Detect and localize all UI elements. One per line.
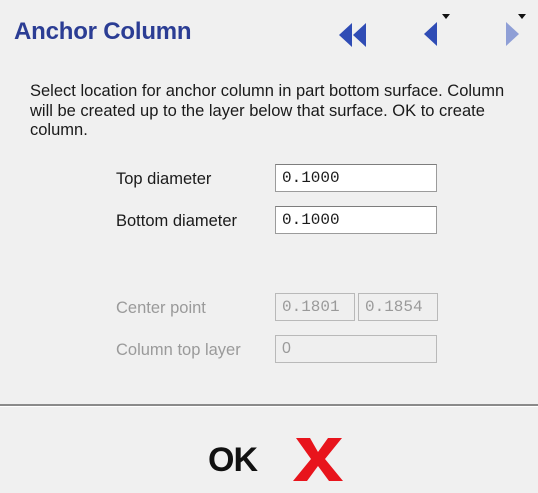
red-x-icon [293, 438, 343, 481]
double-left-arrow-icon [339, 23, 366, 47]
top-diameter-label: Top diameter [116, 170, 212, 188]
dialog-title: Anchor Column [14, 18, 192, 45]
bottom-diameter-input[interactable]: 0.1000 [275, 206, 437, 234]
previous-page-button[interactable] [418, 14, 450, 50]
column-top-layer-row: Column top layer 0 [0, 335, 538, 367]
bottom-diameter-row: Bottom diameter 0.1000 [0, 206, 538, 238]
dialog-header: Anchor Column [0, 0, 538, 62]
anchor-column-dialog: Anchor Column Select location for anchor… [0, 0, 538, 493]
center-point-label: Center point [116, 299, 206, 317]
bottom-diameter-label: Bottom diameter [116, 212, 238, 230]
center-point-x-input: 0.1801 [275, 293, 355, 321]
column-top-layer-input: 0 [275, 335, 437, 363]
center-point-y-input: 0.1854 [358, 293, 438, 321]
right-arrow-icon [506, 14, 526, 46]
left-arrow-icon [424, 14, 450, 46]
center-point-row: Center point 0.1801 0.1854 [0, 293, 538, 325]
next-page-button[interactable] [498, 14, 530, 50]
top-diameter-row: Top diameter 0.1000 [0, 164, 538, 196]
dialog-footer: OK [0, 407, 538, 493]
top-diameter-input[interactable]: 0.1000 [275, 164, 437, 192]
ok-button[interactable]: OK [208, 441, 258, 480]
cancel-button[interactable] [290, 434, 346, 484]
instructions-text: Select location for anchor column in par… [30, 82, 505, 139]
first-page-button[interactable] [337, 20, 369, 50]
column-top-layer-label: Column top layer [116, 341, 241, 359]
